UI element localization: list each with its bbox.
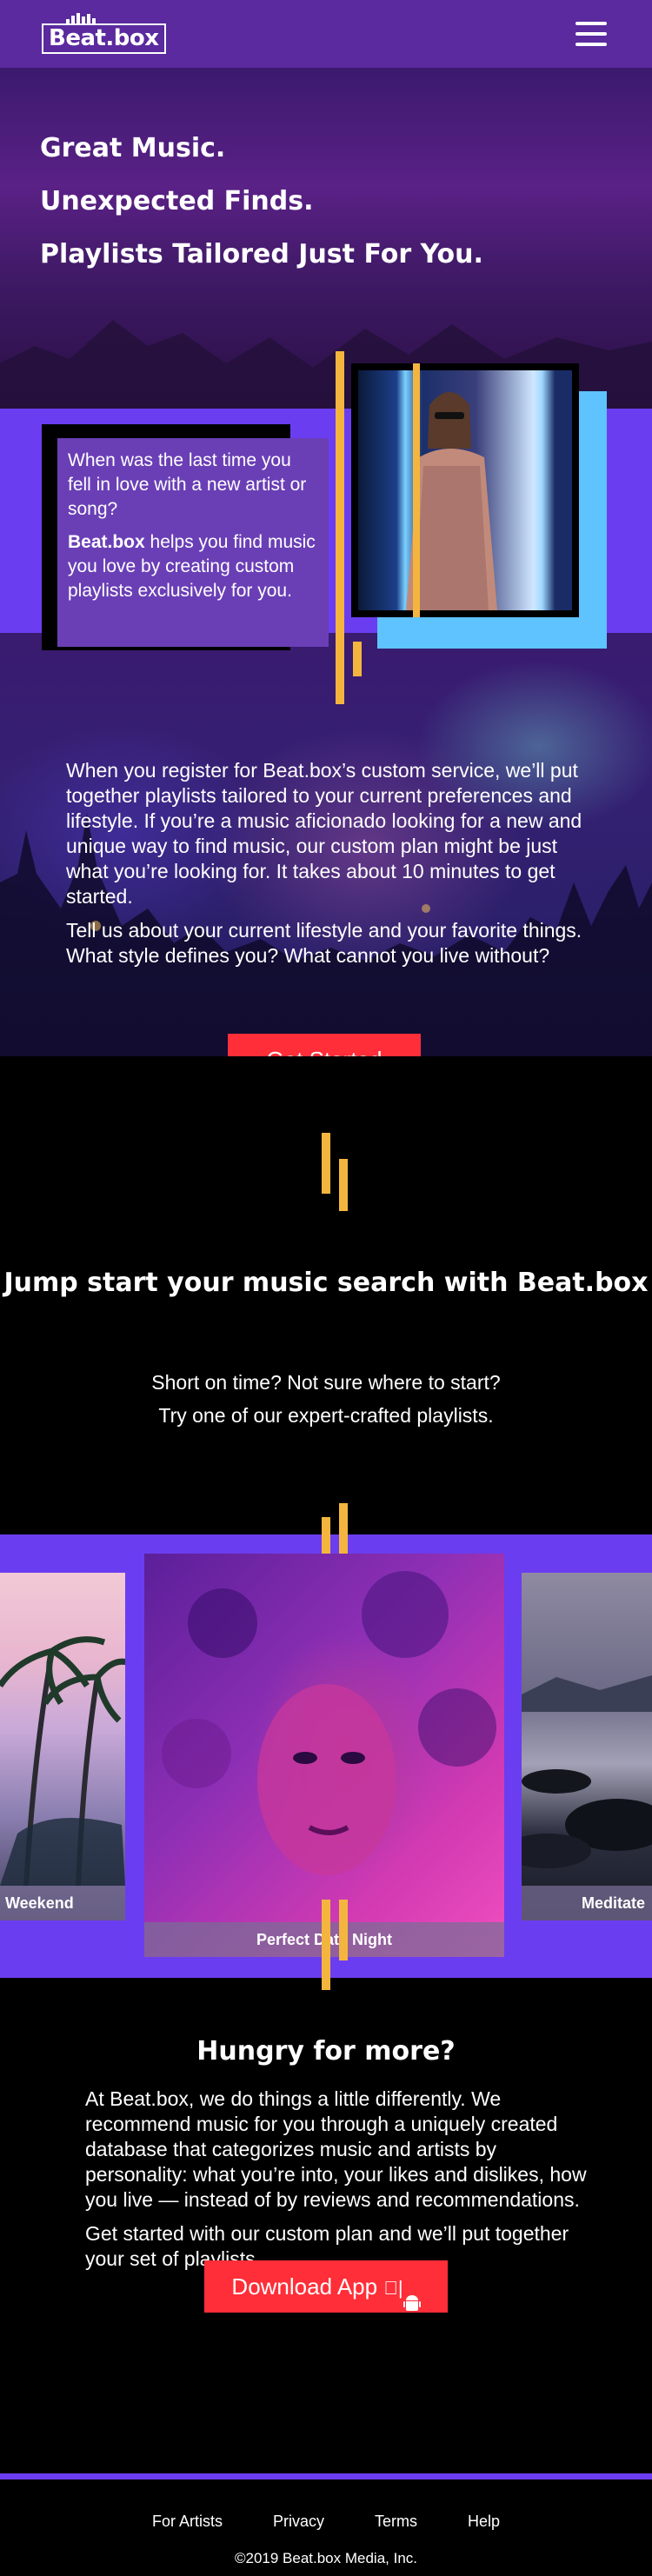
headline-line: Playlists Tailored Just For You. <box>40 239 483 270</box>
decorative-yellow-bar <box>336 351 344 704</box>
headline-line: Great Music. <box>40 133 226 163</box>
jumpstart-title: Jump start your music search with Beat.b… <box>3 1268 649 1298</box>
playlist-card-perfect-date-night[interactable]: Perfect Date Night <box>144 1554 504 1957</box>
hero-photo <box>351 363 579 617</box>
download-app-button[interactable]: Download App | <box>204 2260 448 2313</box>
beatbox-logo[interactable]: Beat.box <box>42 12 166 54</box>
apple-icon:  <box>383 2277 398 2299</box>
copyright: ©2019 Beat.box Media, Inc. <box>234 2550 418 2566</box>
decorative-yellow-bar <box>322 1133 330 1194</box>
more-paragraph: At Beat.box, we do things a little diffe… <box>85 2087 587 2211</box>
footer-link-privacy[interactable]: Privacy <box>273 2513 324 2531</box>
decorative-yellow-bar <box>353 642 362 676</box>
hero-section: Great Music. Unexpected Finds. Playlists… <box>0 68 652 1056</box>
footer: For Artists Privacy Terms Help ©2019 Bea… <box>0 2473 652 2576</box>
hero-paragraph: When you register for Beat.box’s custom … <box>66 759 582 908</box>
headline-line: Unexpected Finds. <box>40 186 314 216</box>
woman-neon-photo <box>358 370 572 610</box>
palm-trees-image <box>0 1636 125 1886</box>
top-nav: Beat.box <box>0 0 652 68</box>
intro-brand: Beat.box <box>68 532 145 552</box>
hero-paragraph: Tell us about your current lifestyle and… <box>66 919 582 967</box>
logo-text: Beat.box <box>49 24 159 51</box>
logo-equalizer-icon <box>66 12 96 23</box>
menu-icon[interactable] <box>575 22 607 46</box>
footer-link-help[interactable]: Help <box>468 2513 500 2531</box>
download-label: Download App <box>231 2273 378 2300</box>
get-started-button[interactable]: Get Started <box>228 1034 421 1056</box>
intro-question: When was the last time you fell in love … <box>68 450 307 519</box>
decorative-yellow-bar <box>322 1900 330 1990</box>
footer-link-for-artists[interactable]: For Artists <box>152 2513 223 2531</box>
decorative-yellow-bar <box>339 1159 348 1211</box>
playlist-card-meditate[interactable]: Meditate <box>522 1573 652 1920</box>
more-title: Hungry for more? <box>196 2036 456 2067</box>
decorative-yellow-bar <box>339 1900 348 1960</box>
footer-links: For Artists Privacy Terms Help <box>0 2513 652 2531</box>
playlist-card-weekend[interactable]: Weekend <box>0 1573 125 1920</box>
intro-text: Beat.box helps you find music you love b… <box>68 530 318 603</box>
jumpstart-line: Try one of our expert-crafted playlists. <box>158 1404 494 1427</box>
android-icon <box>403 2279 421 2312</box>
intro-box: When was the last time you fell in love … <box>57 438 329 647</box>
decorative-yellow-bar <box>413 363 420 617</box>
more-body: At Beat.box, we do things a little diffe… <box>85 2087 589 2272</box>
hero-body: When you register for Beat.box’s custom … <box>66 758 605 968</box>
jumpstart-line: Short on time? Not sure where to start? <box>151 1371 501 1394</box>
footer-divider <box>0 2473 652 2479</box>
hero-headline: Great Music. Unexpected Finds. Playlists… <box>40 122 483 281</box>
more-section: Hungry for more? At Beat.box, we do thin… <box>0 1900 652 2473</box>
person-silhouette <box>406 392 497 610</box>
playlist-carousel: Weekend Perfect Date Night Meditate <box>0 1465 652 1978</box>
footer-link-terms[interactable]: Terms <box>375 2513 417 2531</box>
jumpstart-section: Jump start your music search with Beat.b… <box>0 1056 652 1465</box>
woman-flowers-image <box>162 1571 496 1875</box>
lake-rocks-image <box>522 1675 652 1868</box>
